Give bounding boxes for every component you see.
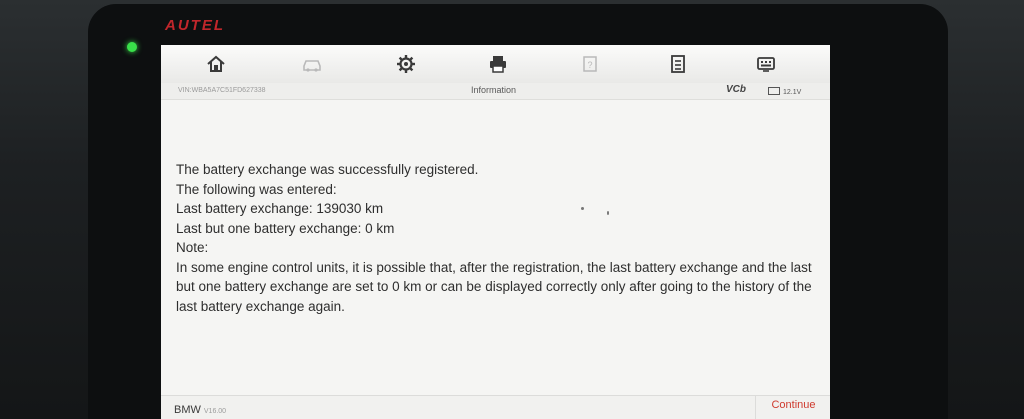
page-title: Information	[471, 85, 517, 95]
brand-logo: AUTEL	[165, 17, 225, 34]
screen: ? VIN:WBA5A7C51FD627338 Information VCb …	[161, 45, 830, 419]
vci-indicator: VCb	[726, 84, 746, 95]
vehicle-make: BMW	[174, 404, 201, 416]
screen-speck	[607, 211, 609, 215]
battery-icon	[768, 87, 780, 95]
message-line: Last but one battery exchange: 0 km	[176, 220, 395, 236]
power-led	[127, 42, 137, 52]
footer-bar: BMW V16.00 Continue	[161, 395, 830, 419]
message-line: Last battery exchange: 139030 km	[176, 201, 384, 216]
note-text: In some engine control units, it is poss…	[176, 259, 812, 314]
vin-label: VIN:WBA5A7C51FD627338	[178, 87, 266, 94]
message-line: The following was entered:	[176, 181, 337, 197]
screen-speck	[581, 207, 584, 210]
message-content: The battery exchange was successfully re…	[176, 160, 816, 316]
software-version: V16.00	[203, 408, 227, 415]
help-icon[interactable]: ?	[579, 53, 601, 75]
home-icon[interactable]	[205, 53, 227, 75]
diagnostic-tablet: AUTEL ? VIN:WBA5A7C51FD627338 Informatio…	[0, 0, 1024, 419]
data-logging-icon[interactable]	[755, 53, 777, 75]
top-toolbar: ?	[161, 45, 830, 84]
svg-text:?: ?	[587, 60, 592, 70]
note-label: Note:	[176, 240, 209, 255]
print-icon[interactable]	[487, 53, 509, 75]
vehicle-swap-icon[interactable]	[301, 53, 323, 75]
save-icon[interactable]	[667, 53, 689, 75]
vehicle-label: BMW V16.00	[174, 404, 226, 416]
message-line: The battery exchange was successfully re…	[176, 162, 479, 177]
voltage-value: 12.1V	[783, 89, 802, 96]
continue-button[interactable]: Continue	[755, 396, 830, 419]
battery-voltage: 12.1V	[768, 87, 801, 96]
settings-icon[interactable]	[395, 53, 417, 75]
status-bar: VIN:WBA5A7C51FD627338 Information VCb 12…	[161, 83, 830, 100]
